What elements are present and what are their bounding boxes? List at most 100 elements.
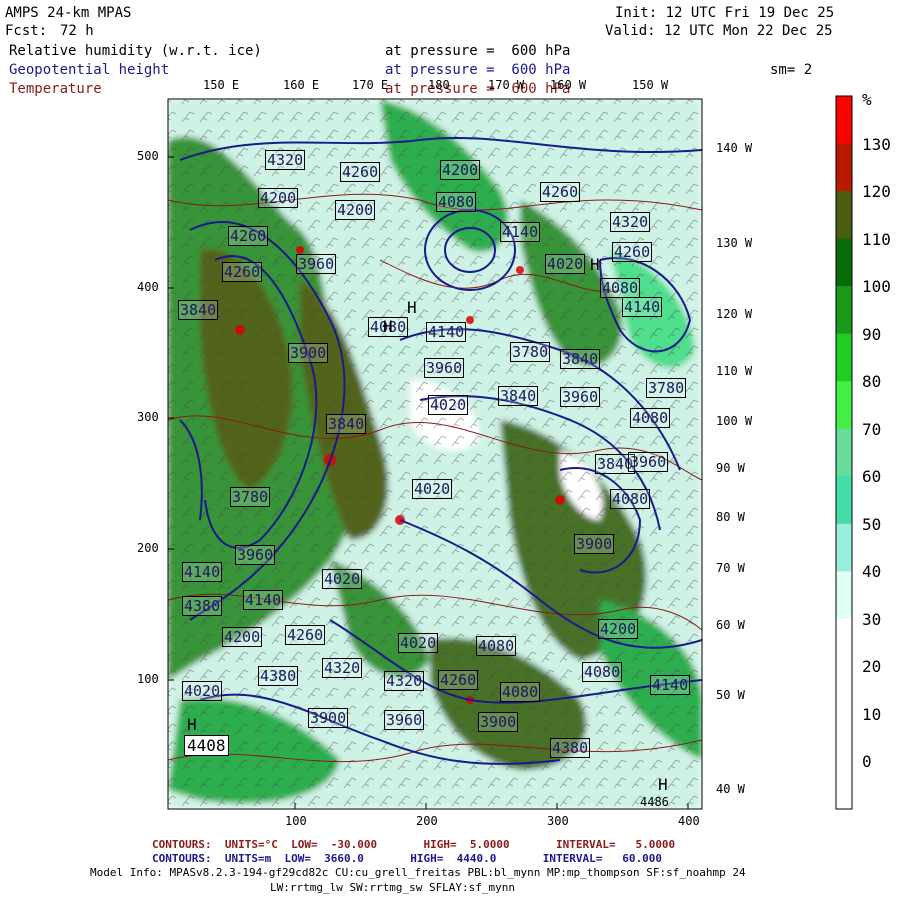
height-contour-label: 4260 [340,162,381,182]
x-tick-200: 200 [416,814,438,828]
right-lon-110w: 110 W [716,364,753,378]
height-contour-label: 3780 [510,342,551,362]
right-lon-80w: 80 W [716,510,745,524]
right-lon-70w: 70 W [716,561,745,575]
height-contour-label: 4200 [222,627,263,647]
height-contour-label: 4140 [500,222,541,242]
height-contour-label: 4260 [285,625,326,645]
height-contour-label: 4320 [384,671,425,691]
colorbar-swatch [836,381,852,430]
right-lon-130w: 130 W [716,236,753,250]
colorbar-swatch [836,571,852,620]
height-contour-label: 4020 [412,479,453,499]
height-contour-label: 4080 [600,278,641,298]
height-contour-label: 3960 [384,710,425,730]
colorbar-swatch [836,191,852,240]
height-contour-label: 3960 [235,545,276,565]
y-tick-100: 100 [137,672,159,686]
height-contour-label: 4380 [182,596,223,616]
high-value-label: 4408 [184,735,229,756]
colorbar-label: 10 [862,704,882,724]
temp-contour-info: CONTOURS: UNITS=°C LOW= -30.000 HIGH= 5.… [152,838,676,851]
height-contour-label: 3900 [574,534,615,554]
colorbar-unit: % [862,90,872,109]
height-contour-label: 4260 [438,670,479,690]
colorbar-swatch [836,96,852,145]
high-marker: H [590,255,600,274]
colorbar-label: 100 [862,277,891,297]
high-marker: H [187,715,197,734]
height-contour-label: 4260 [612,242,653,262]
x-tick-100: 100 [285,814,307,828]
y-tick-400: 400 [137,280,159,294]
colorbar-label: 50 [862,514,882,534]
height-contour-label: 3840 [178,300,219,320]
colorbar-label: 80 [862,372,882,392]
high-value-label: 4486 [640,795,669,809]
height-contour-label: 4200 [335,200,376,220]
right-lon-50w: 50 W [716,688,745,702]
colorbar-swatch [836,238,852,287]
height-contour-label: 4020 [322,569,363,589]
colorbar-label: 20 [862,657,882,677]
height-contour-label: 4020 [182,681,223,701]
colorbar-label: 70 [862,419,882,439]
right-lon-90w: 90 W [716,461,745,475]
right-lon-100w: 100 W [716,414,753,428]
right-lon-120w: 120 W [716,307,753,321]
colorbar-swatch [836,761,852,810]
x-tick-300: 300 [547,814,569,828]
colorbar-swatch [836,713,852,762]
colorbar-swatch [836,523,852,572]
height-contour-label: 4260 [222,262,263,282]
height-contour-label: 4080 [630,408,671,428]
height-contour-label: 3840 [560,349,601,369]
height-contour-label: 4200 [598,619,639,639]
x-tick-400: 400 [678,814,700,828]
colorbar-label: 90 [862,324,882,344]
colorbar-swatch [836,143,852,192]
height-contour-label: 3960 [296,254,337,274]
height-contour-label: 4080 [610,489,651,509]
y-tick-500: 500 [137,149,159,163]
high-marker: H [383,317,393,336]
colorbar-label: 30 [862,609,882,629]
high-marker: H [407,298,417,317]
height-contour-label: 4260 [540,182,581,202]
height-contour-label: 3780 [646,378,687,398]
right-lon-60w: 60 W [716,618,745,632]
height-contour-label: 4320 [265,150,306,170]
height-contour-label: 4020 [398,633,439,653]
height-contour-label: 4140 [650,675,691,695]
colorbar-label: 0 [862,752,872,772]
height-contour-label: 4320 [322,658,363,678]
right-lon-40w: 40 W [716,782,745,796]
colorbar-label: 130 [862,134,891,154]
height-contour-label: 3960 [560,387,601,407]
height-contour-label: 4080 [500,682,541,702]
y-tick-300: 300 [137,410,159,424]
height-contour-label: 4080 [436,192,477,212]
height-contour-label: 4380 [550,738,591,758]
height-contour-label: 4200 [258,188,299,208]
height-contour-label: 4140 [622,297,663,317]
y-tick-200: 200 [137,541,159,555]
right-lon-140w: 140 W [716,141,753,155]
height-contour-label: 4140 [182,562,223,582]
colorbar [835,95,853,810]
colorbar-swatch [836,476,852,525]
height-contour-label: 4080 [476,636,517,656]
height-contour-label: 3960 [424,358,465,378]
colorbar-label: 110 [862,229,891,249]
colorbar-swatch [836,618,852,667]
colorbar-swatch [836,666,852,715]
colorbar-swatch [836,286,852,335]
height-contour-label: 3780 [230,487,271,507]
colorbar-label: 60 [862,467,882,487]
model-info: Model Info: MPASv8.2.3-194-gf29cd82c CU:… [90,866,746,879]
height-contour-label: 3900 [308,708,349,728]
height-contour-label: 4320 [610,212,651,232]
high-marker: H [658,775,668,794]
height-contour-label: 4260 [228,226,269,246]
height-contour-label: 4140 [243,590,284,610]
